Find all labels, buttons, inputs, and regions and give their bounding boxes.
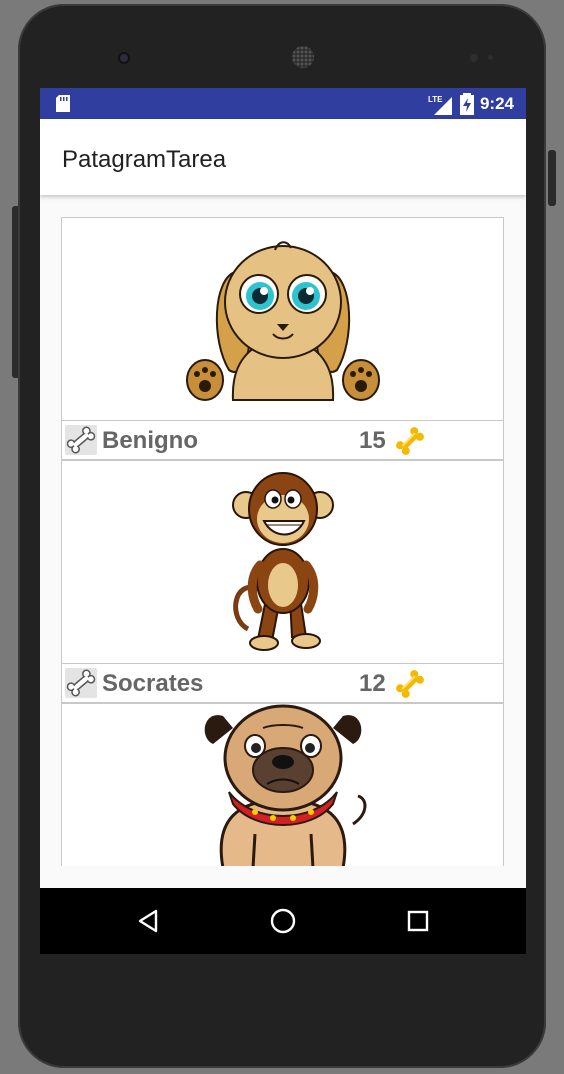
like-button[interactable] xyxy=(65,425,97,455)
back-icon xyxy=(138,909,158,933)
earpiece-speaker xyxy=(292,46,314,68)
light-sensor xyxy=(488,55,493,60)
pet-name: Benigno xyxy=(102,427,198,454)
pet-card-footer: Socrates 12 xyxy=(62,663,503,703)
status-time: 9:24 xyxy=(479,94,514,113)
sd-card-icon xyxy=(56,95,70,112)
recents-icon xyxy=(407,910,429,932)
phone-power-button xyxy=(548,150,556,206)
status-bar: LTE 9:24 xyxy=(40,88,526,119)
gold-bone-icon xyxy=(396,427,424,455)
app-bar: PatagramTarea xyxy=(40,119,526,195)
pet-card: Benigno 15 xyxy=(61,217,504,460)
pet-image xyxy=(62,704,503,866)
pet-image xyxy=(62,461,503,663)
network-label: LTE xyxy=(428,95,443,104)
pet-list[interactable]: Benigno 15 Socrates 12 xyxy=(61,217,504,866)
home-icon xyxy=(270,908,296,934)
proximity-sensor xyxy=(470,54,478,62)
home-button[interactable] xyxy=(253,888,313,954)
front-camera xyxy=(118,52,130,64)
pug-illustration xyxy=(204,704,366,866)
pet-image xyxy=(62,218,503,420)
app-title: PatagramTarea xyxy=(62,146,227,173)
pet-name: Socrates xyxy=(102,670,204,697)
pet-card xyxy=(61,703,504,866)
pet-card-footer: Benigno 15 xyxy=(62,420,503,460)
like-count: 12 xyxy=(359,670,386,697)
back-button[interactable] xyxy=(118,888,178,954)
like-button[interactable] xyxy=(65,668,97,698)
signal-lte-icon: LTE xyxy=(428,95,452,115)
bone-outline-icon xyxy=(66,426,96,454)
puppy-illustration xyxy=(185,241,380,401)
bone-outline-icon xyxy=(66,669,96,697)
gold-bone-icon xyxy=(396,670,424,698)
monkey-illustration xyxy=(231,472,334,651)
device-screen: LTE 9:24 PatagramTarea Benigno 15 Socrat… xyxy=(40,88,526,954)
navigation-bar xyxy=(40,888,526,954)
recents-button[interactable] xyxy=(388,888,448,954)
battery-charging-icon xyxy=(459,93,474,115)
pet-card: Socrates 12 xyxy=(61,460,504,703)
like-count: 15 xyxy=(359,427,386,454)
